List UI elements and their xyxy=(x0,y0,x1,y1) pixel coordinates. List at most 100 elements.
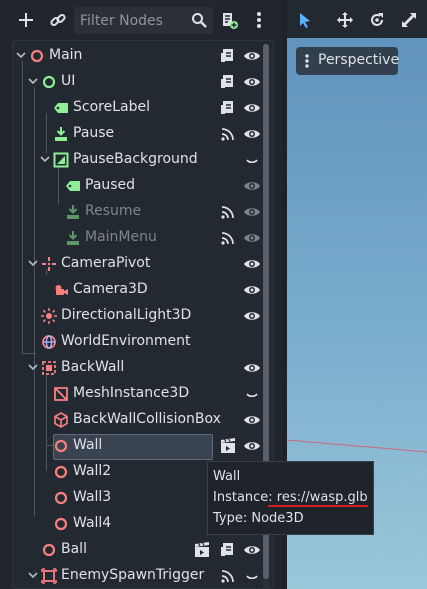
visibility-eye-icon[interactable] xyxy=(243,47,261,65)
move-tool-button[interactable] xyxy=(333,8,357,32)
node3d-icon xyxy=(42,543,56,557)
scene-toolbar xyxy=(0,0,282,40)
tree-row-main[interactable]: Main xyxy=(13,43,273,69)
open-scene-icon[interactable] xyxy=(219,437,237,455)
chevron-down-icon[interactable] xyxy=(27,257,39,269)
tree-row-label: Paused xyxy=(85,177,136,193)
visibility-eye-icon[interactable] xyxy=(243,359,261,377)
visibility-eye-icon[interactable] xyxy=(243,229,261,247)
light-icon xyxy=(41,308,57,324)
plus-icon xyxy=(19,13,33,27)
tree-row-label: Resume xyxy=(85,203,142,219)
tree-row-directional-light3-d[interactable]: DirectionalLight3D xyxy=(13,303,273,329)
chevron-down-icon[interactable] xyxy=(27,75,39,87)
tree-row-ui[interactable]: UI xyxy=(13,69,273,95)
perspective-menu-button[interactable]: Perspective xyxy=(296,47,399,75)
tree-row-back-wall-collision-box[interactable]: BackWallCollisionBox xyxy=(13,407,273,433)
tree-row-camera3-d[interactable]: Camera3D xyxy=(13,277,273,303)
tree-row-back-wall[interactable]: BackWall xyxy=(13,355,273,381)
tooltip-node-name: Wall xyxy=(213,469,241,484)
tree-row-main-menu[interactable]: MainMenu xyxy=(13,225,273,251)
visibility-eye-icon[interactable] xyxy=(243,541,261,559)
tree-row-label: Wall3 xyxy=(73,489,112,505)
script-add-icon xyxy=(223,13,238,29)
node3d-icon xyxy=(54,491,68,505)
tree-row-world-environment[interactable]: WorldEnvironment xyxy=(13,329,273,355)
tree-row-camera-pivot[interactable]: CameraPivot xyxy=(13,251,273,277)
texture-button-icon xyxy=(67,205,79,219)
search-icon[interactable] xyxy=(191,12,207,28)
tree-row-label: Ball xyxy=(61,541,87,557)
texture-button-icon xyxy=(67,231,79,245)
tooltip-type: Type: Node3D xyxy=(213,511,304,526)
chain-link-icon xyxy=(50,13,66,27)
scale-tool-button[interactable] xyxy=(397,8,421,32)
tree-row-ball[interactable]: Ball xyxy=(13,537,273,563)
collapse-icon[interactable] xyxy=(243,151,261,169)
visibility-eye-icon[interactable] xyxy=(243,177,261,195)
tree-row-label: Camera3D xyxy=(73,281,148,297)
kebab-menu-icon xyxy=(305,54,309,68)
filter-nodes-input[interactable] xyxy=(80,7,186,34)
tree-row-label: UI xyxy=(61,73,76,89)
signal-icon[interactable] xyxy=(219,203,237,221)
visibility-eye-icon[interactable] xyxy=(243,437,261,455)
visibility-eye-icon[interactable] xyxy=(243,307,261,325)
instance-scene-button[interactable] xyxy=(45,7,71,33)
kebab-menu-icon xyxy=(257,12,261,28)
script-icon[interactable] xyxy=(219,541,237,559)
tree-row-label: BackWallCollisionBox xyxy=(73,411,221,427)
visibility-eye-icon[interactable] xyxy=(243,203,261,221)
chevron-down-icon[interactable] xyxy=(27,569,39,581)
rotate-tool-button[interactable] xyxy=(365,8,389,32)
red-annotation-underline xyxy=(268,505,368,507)
chevron-down-icon[interactable] xyxy=(39,153,51,165)
viewport-toolbar xyxy=(287,0,427,38)
filter-nodes-field[interactable] xyxy=(74,7,213,34)
script-icon[interactable] xyxy=(219,99,237,117)
chevron-down-icon[interactable] xyxy=(27,361,39,373)
chevron-down-icon[interactable] xyxy=(15,49,27,61)
tree-row-pause-background[interactable]: PauseBackground xyxy=(13,147,273,173)
signal-icon[interactable] xyxy=(219,125,237,143)
tree-row-label: DirectionalLight3D xyxy=(61,307,192,323)
select-tool-button[interactable] xyxy=(293,8,317,32)
tree-row-label: CameraPivot xyxy=(61,255,151,271)
tooltip-instance: Instance: res://wasp.glb xyxy=(213,490,368,505)
tree-row-pause[interactable]: Pause xyxy=(13,121,273,147)
visibility-eye-icon[interactable] xyxy=(243,411,261,429)
texture-button-icon xyxy=(55,127,67,141)
control-icon xyxy=(42,75,56,89)
tree-row-mesh-instance3-d[interactable]: MeshInstance3D xyxy=(13,381,273,407)
open-scene-icon[interactable] xyxy=(193,541,211,559)
visibility-eye-icon[interactable] xyxy=(243,73,261,91)
tree-row-label: MainMenu xyxy=(85,229,157,245)
visibility-eye-icon[interactable] xyxy=(243,255,261,273)
script-icon[interactable] xyxy=(219,47,237,65)
tree-row-label: Wall4 xyxy=(73,515,112,531)
tree-row-wall[interactable]: Wall xyxy=(13,433,273,459)
tree-row-label: Wall xyxy=(73,437,103,453)
visibility-eye-icon[interactable] xyxy=(243,281,261,299)
tree-row-score-label[interactable]: ScoreLabel xyxy=(13,95,273,121)
tree-row-label: Wall2 xyxy=(73,463,112,479)
script-icon[interactable] xyxy=(219,73,237,91)
add-node-button[interactable] xyxy=(13,7,39,33)
node-tooltip: Wall Instance: res://wasp.glb Type: Node… xyxy=(207,461,374,535)
signal-icon[interactable] xyxy=(219,567,237,585)
scene-menu-button[interactable] xyxy=(246,7,272,33)
collapse-icon[interactable] xyxy=(243,385,261,403)
attach-script-button[interactable] xyxy=(216,7,242,33)
visibility-eye-icon[interactable] xyxy=(243,99,261,117)
tree-row-paused[interactable]: Paused xyxy=(13,173,273,199)
signal-icon[interactable] xyxy=(219,229,237,247)
tree-row-enemy-spawn-trigger[interactable]: EnemySpawnTrigger xyxy=(13,563,273,588)
label-icon xyxy=(54,103,68,113)
tree-row-resume[interactable]: Resume xyxy=(13,199,273,225)
scale-icon xyxy=(402,13,416,27)
node3d-icon xyxy=(54,439,68,453)
collapse-icon[interactable] xyxy=(243,567,261,585)
tree-row-label: PauseBackground xyxy=(73,151,198,167)
visibility-eye-icon[interactable] xyxy=(243,125,261,143)
color-rect-icon xyxy=(53,152,69,168)
